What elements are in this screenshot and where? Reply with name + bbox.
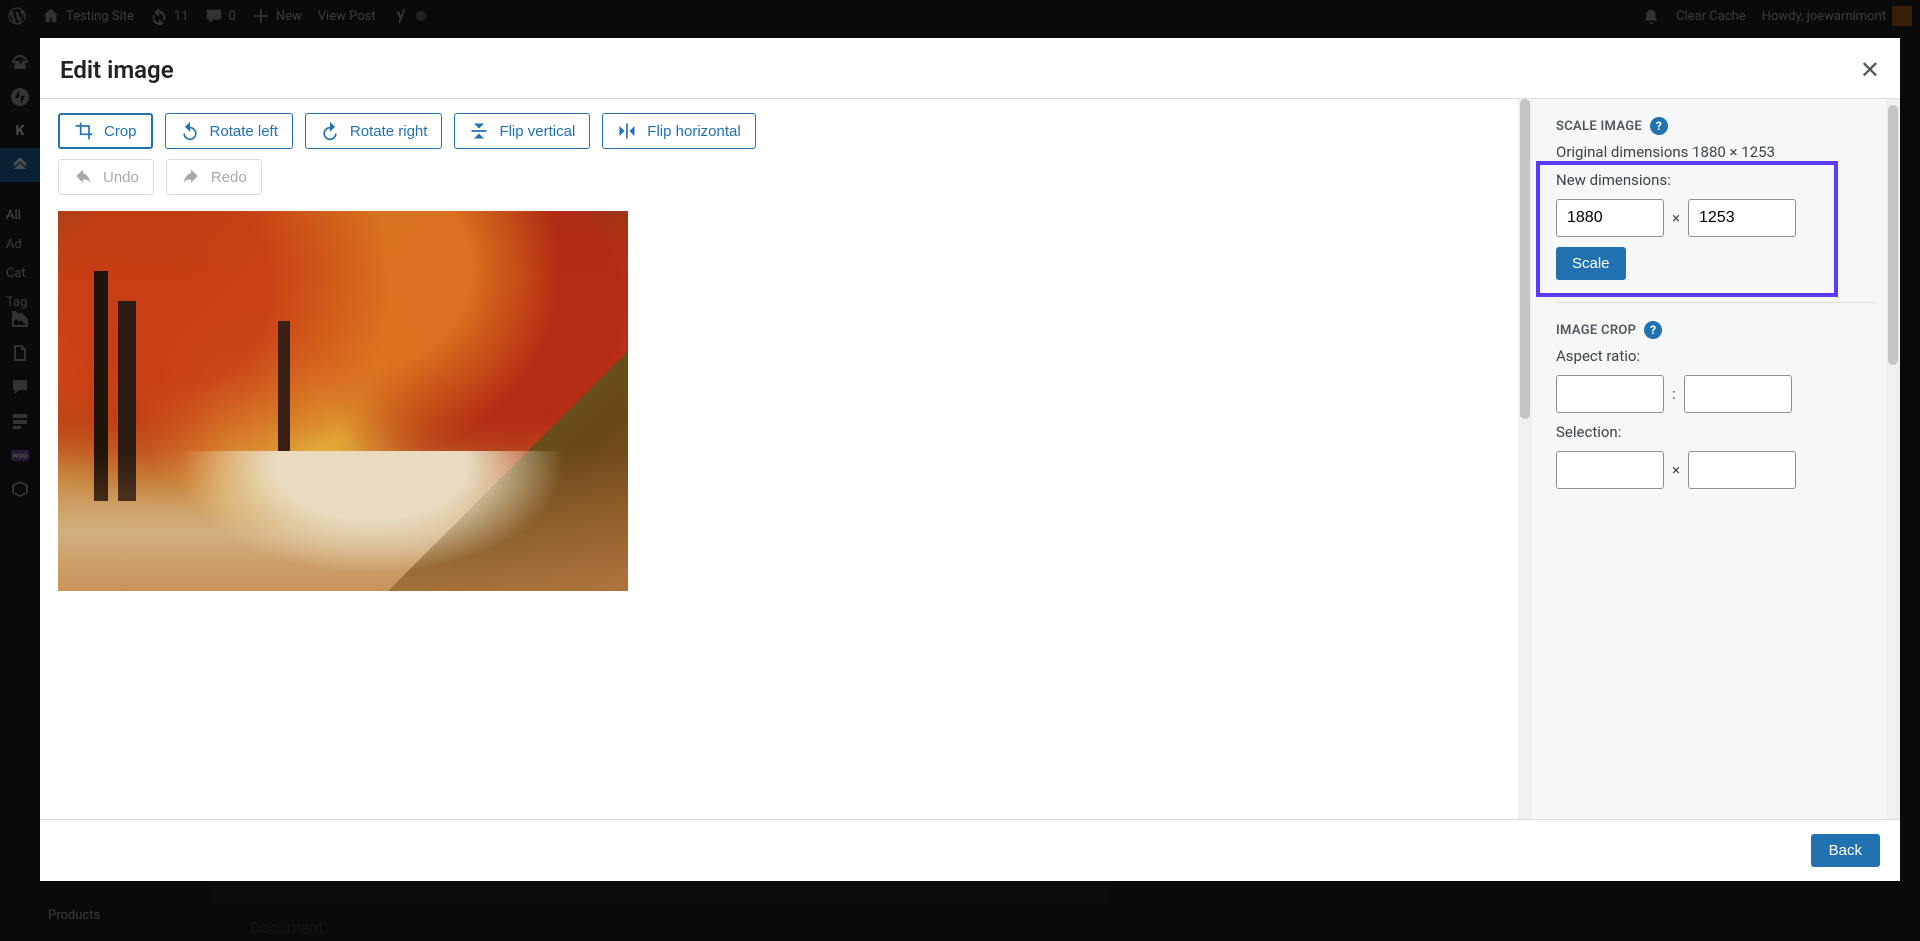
- scale-help-icon[interactable]: ?: [1650, 117, 1668, 135]
- close-icon: ✕: [1860, 56, 1880, 84]
- crop-help-icon[interactable]: ?: [1644, 321, 1662, 339]
- sidepanel-scrollbar[interactable]: [1886, 99, 1900, 819]
- image-settings-panel: SCALE IMAGE? Original dimensions 1880 × …: [1532, 99, 1900, 819]
- panel-divider: [1556, 302, 1876, 303]
- sidepanel-scrollbar-thumb[interactable]: [1888, 105, 1898, 365]
- aspect-ratio-label: Aspect ratio:: [1556, 347, 1876, 365]
- original-dimensions-text: Original dimensions 1880 × 1253: [1556, 143, 1876, 161]
- scale-height-input[interactable]: [1688, 199, 1796, 237]
- modal-title: Edit image: [60, 56, 174, 84]
- redo-button: Redo: [166, 159, 262, 195]
- aspect-x-input[interactable]: [1556, 375, 1664, 413]
- crop-heading: IMAGE CROP?: [1556, 321, 1876, 339]
- edit-image-modal: Edit image ✕ Crop Rotate left Rotate rig…: [40, 38, 1900, 881]
- new-dimensions-label: New dimensions:: [1556, 171, 1876, 189]
- rotate-right-button[interactable]: Rotate right: [305, 113, 443, 149]
- scale-button[interactable]: Scale: [1556, 247, 1626, 280]
- rotate-left-button[interactable]: Rotate left: [165, 113, 293, 149]
- scale-width-input[interactable]: [1556, 199, 1664, 237]
- rotate-left-icon: [180, 121, 200, 141]
- undo-icon: [73, 167, 93, 187]
- modal-footer: Back: [40, 819, 1900, 881]
- edit-area: Crop Rotate left Rotate right Flip verti…: [40, 99, 1518, 819]
- modal-body: Crop Rotate left Rotate right Flip verti…: [40, 99, 1900, 819]
- crop-button[interactable]: Crop: [58, 113, 153, 149]
- selection-height-input[interactable]: [1688, 451, 1796, 489]
- scale-heading: SCALE IMAGE?: [1556, 117, 1876, 135]
- flip-vertical-button[interactable]: Flip vertical: [454, 113, 590, 149]
- image-edit-toolbar: Crop Rotate left Rotate right Flip verti…: [58, 113, 1500, 149]
- undo-redo-toolbar: Undo Redo: [58, 159, 1500, 195]
- selection-row: ×: [1556, 451, 1876, 489]
- undo-button: Undo: [58, 159, 154, 195]
- scrollbar-thumb[interactable]: [1520, 99, 1530, 419]
- selection-width-input[interactable]: [1556, 451, 1664, 489]
- crop-icon: [74, 121, 94, 141]
- times-separator: ×: [1672, 209, 1680, 227]
- selection-label: Selection:: [1556, 423, 1876, 441]
- times-separator-2: ×: [1672, 461, 1680, 479]
- modal-close-button[interactable]: ✕: [1860, 56, 1880, 84]
- rotate-right-icon: [320, 121, 340, 141]
- image-preview[interactable]: [58, 211, 628, 591]
- back-button[interactable]: Back: [1811, 834, 1880, 867]
- flip-vertical-icon: [469, 121, 489, 141]
- aspect-ratio-row: :: [1556, 375, 1876, 413]
- flip-horizontal-icon: [617, 121, 637, 141]
- new-dimensions-row: ×: [1556, 199, 1876, 237]
- redo-icon: [181, 167, 201, 187]
- aspect-y-input[interactable]: [1684, 375, 1792, 413]
- colon-separator: :: [1672, 385, 1676, 403]
- modal-header: Edit image ✕: [40, 38, 1900, 99]
- edit-area-scrollbar[interactable]: [1518, 99, 1532, 819]
- flip-horizontal-button[interactable]: Flip horizontal: [602, 113, 755, 149]
